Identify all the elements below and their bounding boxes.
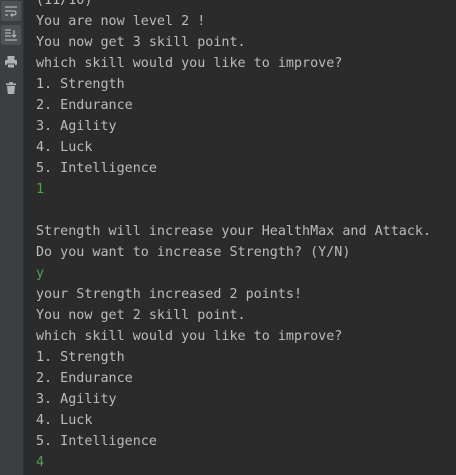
console-user-input: 1 [36,182,45,197]
console-output-line: which skill would you like to improve? [36,56,343,71]
console-output-line: You now get 3 skill point. [36,35,246,50]
run-console-window: (11/10) You are now level 2 ! You now get … [0,0,456,475]
console-output-line: 1. Strength [36,350,125,365]
console-output-line: Do you want to increase Strength? (Y/N) [36,245,351,260]
console-output-line: 3. Agility [36,392,117,407]
console-output-line: You now get 2 skill point. [36,308,246,323]
console-output[interactable]: (11/10) You are now level 2 ! You now get … [36,0,456,473]
console-output-line: 2. Endurance [36,371,133,386]
console-output-line: 4. Luck [36,413,93,428]
clear-all-button[interactable] [1,78,21,98]
console-output-line: 5. Intelligence [36,161,157,176]
trash-icon [6,82,16,94]
console-user-input: y [36,266,45,281]
console-output-line [36,200,456,221]
console-output-line: 5. Intelligence [36,434,157,449]
console-output-line: Strength will increase your HealthMax an… [36,224,432,239]
console-output-line: 2. Endurance [36,98,133,113]
print-button[interactable] [1,52,21,72]
console-output-line: 3. Agility [36,119,117,134]
soft-wrap-button[interactable] [1,1,21,21]
console-output-line: 4. Luck [36,140,93,155]
console-output-line: 1. Strength [36,77,125,92]
console-output-line: You are now level 2 ! [36,14,206,29]
console-output-line: which skill would you like to improve? [36,329,343,344]
scroll-to-end-button[interactable] [1,25,21,45]
print-icon [5,56,17,69]
console-output-line: your Strength increased 2 points! [36,287,303,302]
scroll-to-end-icon [5,29,17,41]
console-user-input: 4 [36,455,45,470]
soft-wrap-icon [5,6,17,17]
console-toolbar [0,0,24,475]
console-output-line: (11/10) [36,0,93,8]
